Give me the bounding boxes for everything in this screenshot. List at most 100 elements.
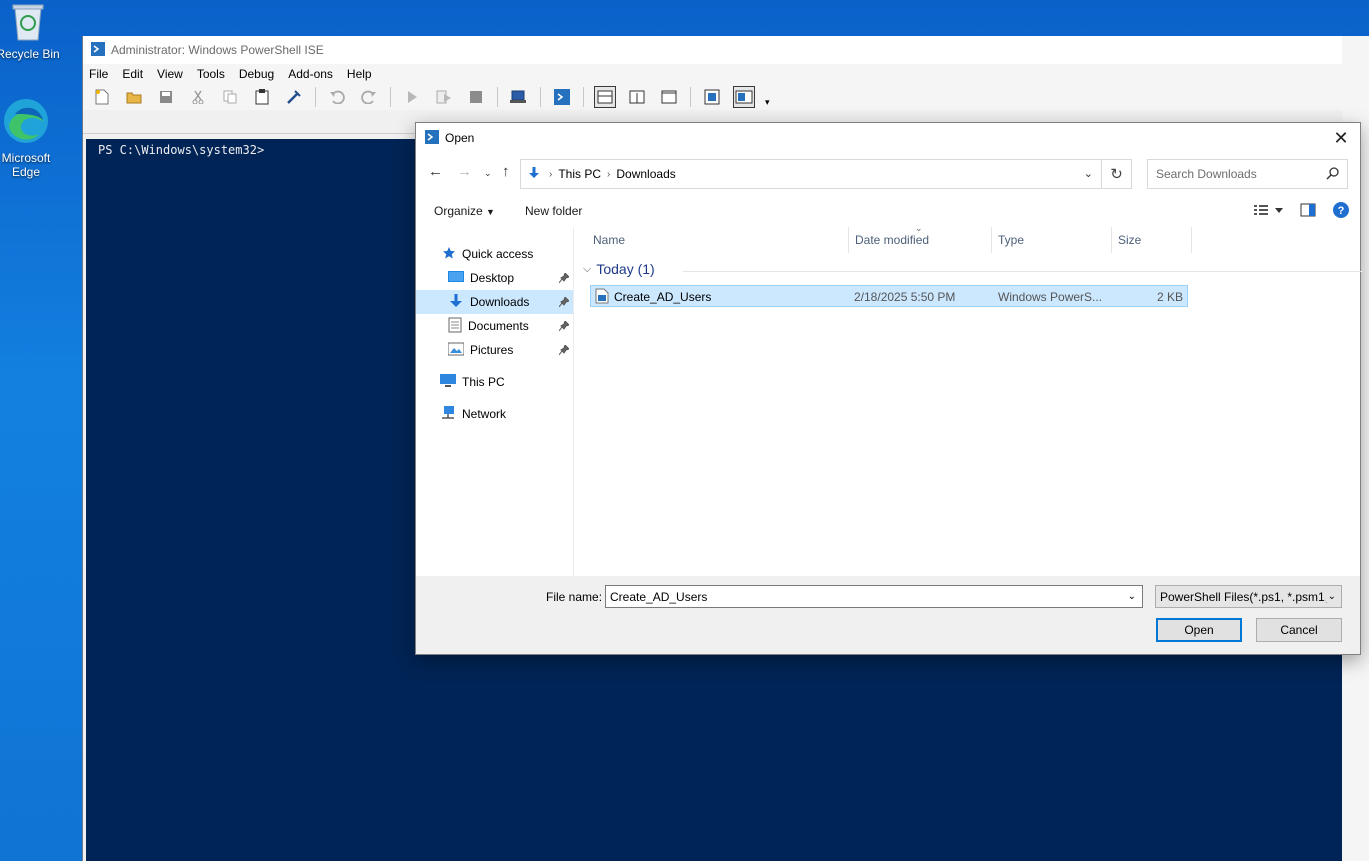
- search-placeholder: Search Downloads: [1156, 167, 1257, 181]
- address-bar[interactable]: › This PC › Downloads ⌄: [520, 159, 1102, 189]
- command-bar: Organize ▼ New folder ?: [416, 197, 1360, 225]
- show-script-pane-maximized-icon[interactable]: [658, 86, 680, 108]
- show-script-pane-top-icon[interactable]: [594, 86, 616, 108]
- organize-label: Organize: [434, 204, 483, 218]
- close-icon[interactable]: ✕: [1330, 127, 1352, 149]
- column-header-date-modified[interactable]: Date modified ⌄: [849, 223, 992, 253]
- column-header-type[interactable]: Type: [992, 227, 1112, 253]
- network-icon: [440, 405, 456, 423]
- new-folder-button[interactable]: New folder: [525, 204, 582, 218]
- column-size-label: Size: [1118, 233, 1142, 247]
- group-header-today[interactable]: ⌵ Today (1): [583, 261, 1363, 277]
- menu-tools[interactable]: Tools: [197, 67, 225, 81]
- dialog-title-bar: Open ✕: [416, 123, 1360, 153]
- new-file-icon[interactable]: [91, 86, 113, 108]
- paste-icon[interactable]: [251, 86, 273, 108]
- search-box[interactable]: Search Downloads: [1147, 159, 1348, 189]
- file-name-input[interactable]: Create_AD_Users ⌄: [605, 585, 1143, 608]
- show-command-addon-icon[interactable]: [733, 86, 755, 108]
- pictures-folder-icon: [447, 342, 465, 359]
- nav-quick-access[interactable]: Quick access: [416, 242, 573, 266]
- column-name-label: Name: [593, 233, 626, 247]
- ise-menu-bar: File Edit View Tools Debug Add-ons Help: [83, 64, 1369, 84]
- nav-this-pc[interactable]: This PC: [416, 370, 573, 394]
- ise-title-bar: Administrator: Windows PowerShell ISE: [83, 36, 1369, 64]
- show-script-pane-right-icon[interactable]: [626, 86, 648, 108]
- change-view-icon[interactable]: [1254, 204, 1284, 219]
- nav-pictures-label: Pictures: [470, 343, 514, 357]
- menu-file[interactable]: File: [89, 67, 108, 81]
- search-icon: [1326, 167, 1339, 183]
- file-name-label: File name:: [546, 590, 603, 604]
- redo-icon[interactable]: [358, 86, 380, 108]
- file-row[interactable]: Create_AD_Users 2/18/2025 5:50 PM Window…: [590, 285, 1188, 307]
- copy-icon[interactable]: [219, 86, 241, 108]
- navigation-row: ← → ⌄ ↑ › This PC › Downloads ⌄ ↻ Search…: [416, 159, 1360, 189]
- dialog-title: Open: [445, 131, 475, 145]
- sort-chevron-icon: ⌄: [915, 223, 923, 233]
- group-label: Today (1): [596, 261, 655, 277]
- nav-network[interactable]: Network: [416, 402, 573, 426]
- this-pc-icon: [440, 373, 456, 391]
- breadcrumb-separator-icon: ›: [549, 168, 553, 180]
- column-type-label: Type: [998, 233, 1025, 247]
- file-type-filter-select[interactable]: PowerShell Files(*.ps1, *.psm1, * ⌄: [1155, 585, 1342, 608]
- up-arrow-icon[interactable]: ↑: [502, 163, 510, 180]
- show-command-window-icon[interactable]: [701, 86, 723, 108]
- preview-pane-icon[interactable]: [1300, 203, 1316, 220]
- refresh-icon[interactable]: ↻: [1102, 159, 1132, 189]
- open-button[interactable]: Open: [1156, 618, 1242, 642]
- microsoft-edge-shortcut[interactable]: Microsoft Edge: [0, 96, 66, 179]
- cut-icon[interactable]: [187, 86, 209, 108]
- run-selection-icon[interactable]: [433, 86, 455, 108]
- run-script-icon[interactable]: [401, 86, 423, 108]
- file-name-dropdown-icon[interactable]: ⌄: [1128, 591, 1136, 602]
- console-prompt: PS C:\Windows\system32>: [98, 143, 265, 157]
- forward-arrow-icon[interactable]: →: [457, 163, 472, 180]
- nav-downloads[interactable]: Downloads: [416, 290, 573, 314]
- nav-network-label: Network: [462, 407, 507, 421]
- organize-dropdown-icon: ▼: [486, 207, 495, 217]
- menu-add-ons[interactable]: Add-ons: [288, 67, 333, 81]
- breadcrumb-this-pc[interactable]: This PC: [558, 167, 601, 181]
- back-arrow-icon[interactable]: ←: [428, 163, 443, 180]
- column-header-name[interactable]: Name: [575, 227, 849, 253]
- pin-icon: [558, 272, 570, 286]
- cancel-button[interactable]: Cancel: [1256, 618, 1342, 642]
- start-powershell-icon[interactable]: [551, 86, 573, 108]
- menu-debug[interactable]: Debug: [239, 67, 274, 81]
- help-icon[interactable]: ?: [1332, 201, 1350, 222]
- ise-toolbar: ▾: [83, 84, 1369, 110]
- open-file-dialog: Open ✕ ← → ⌄ ↑ › This PC › Downloads ⌄ ↻…: [415, 122, 1363, 655]
- nav-documents[interactable]: Documents: [416, 314, 573, 338]
- stop-icon[interactable]: [465, 86, 487, 108]
- recycle-bin-shortcut[interactable]: Recycle Bin: [0, 0, 68, 61]
- recycle-bin-label: Recycle Bin: [0, 47, 60, 61]
- remote-powershell-icon[interactable]: [508, 86, 530, 108]
- organize-menu[interactable]: Organize ▼: [434, 204, 495, 218]
- breadcrumb-downloads[interactable]: Downloads: [616, 167, 675, 181]
- nav-desktop[interactable]: Desktop: [416, 266, 573, 290]
- nav-pictures[interactable]: Pictures: [416, 338, 573, 362]
- documents-folder-icon: [448, 317, 462, 336]
- undo-icon[interactable]: [326, 86, 348, 108]
- file-size: 2 KB: [1156, 290, 1183, 304]
- file-type: Windows PowerS...: [998, 290, 1103, 304]
- file-date-modified: 2/18/2025 5:50 PM: [854, 290, 956, 304]
- menu-view[interactable]: View: [157, 67, 183, 81]
- column-header-size[interactable]: Size: [1112, 227, 1192, 253]
- clear-console-icon[interactable]: [283, 86, 305, 108]
- address-dropdown-icon[interactable]: ⌄: [1084, 167, 1093, 180]
- file-type-filter-value: PowerShell Files(*.ps1, *.psm1, *: [1160, 589, 1337, 604]
- menu-help[interactable]: Help: [347, 67, 372, 81]
- file-name-value: Create_AD_Users: [610, 589, 708, 604]
- recent-locations-chevron-icon[interactable]: ⌄: [484, 168, 492, 179]
- toolbar-overflow-icon[interactable]: ▾: [765, 97, 770, 108]
- microsoft-edge-label: Microsoft Edge: [1, 151, 51, 179]
- star-icon: [442, 246, 456, 263]
- open-folder-icon[interactable]: [123, 86, 145, 108]
- save-icon[interactable]: [155, 86, 177, 108]
- menu-edit[interactable]: Edit: [122, 67, 143, 81]
- column-date-label: Date modified: [855, 233, 930, 247]
- nav-this-pc-label: This PC: [462, 375, 505, 389]
